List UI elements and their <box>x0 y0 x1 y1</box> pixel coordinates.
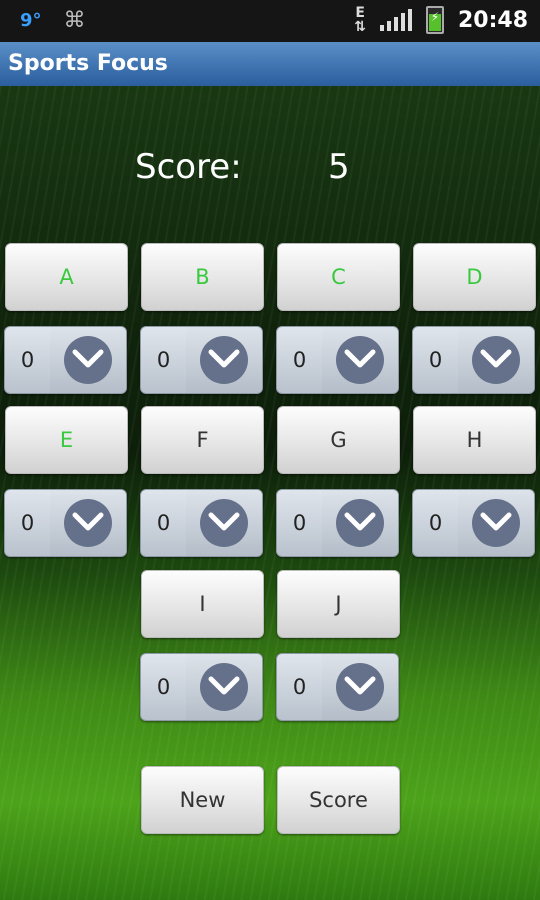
count-spinner-j[interactable]: 0 <box>276 653 399 721</box>
chevron-down-icon <box>208 512 240 531</box>
count-spinner-g[interactable]: 0 <box>276 489 399 557</box>
dropdown-button[interactable] <box>186 327 262 393</box>
count-value: 0 <box>277 490 323 556</box>
temperature-indicator: 9° <box>20 10 42 31</box>
category-button-h[interactable]: H <box>413 406 536 474</box>
chevron-down-icon <box>208 349 240 368</box>
dropdown-button[interactable] <box>322 654 398 720</box>
usb-icon: ⌘ <box>63 8 86 33</box>
battery-charging-icon: ⚡ <box>425 6 444 34</box>
chevron-down-icon <box>480 512 512 531</box>
category-button-g[interactable]: G <box>277 406 400 474</box>
category-button-f[interactable]: F <box>141 406 264 474</box>
app-title-bar: Sports Focus <box>0 42 540 86</box>
count-value: 0 <box>5 327 51 393</box>
chevron-down-icon <box>480 349 512 368</box>
dropdown-button[interactable] <box>458 327 534 393</box>
category-button-j[interactable]: J <box>277 570 400 638</box>
network-type-icon: E ⇅ <box>354 5 366 35</box>
dropdown-button[interactable] <box>322 327 398 393</box>
category-button-e[interactable]: E <box>5 406 128 474</box>
dropdown-button[interactable] <box>322 490 398 556</box>
score-label: Score: <box>135 147 242 187</box>
chevron-down-icon <box>344 676 376 695</box>
count-value: 0 <box>5 490 51 556</box>
count-value: 0 <box>277 327 323 393</box>
category-button-b[interactable]: B <box>141 243 264 311</box>
dropdown-button[interactable] <box>458 490 534 556</box>
count-spinner-d[interactable]: 0 <box>412 326 535 394</box>
chevron-down-icon <box>72 512 104 531</box>
count-spinner-f[interactable]: 0 <box>140 489 263 557</box>
category-button-a[interactable]: A <box>5 243 128 311</box>
chevron-down-icon <box>208 676 240 695</box>
count-spinner-e[interactable]: 0 <box>4 489 127 557</box>
score-value: 5 <box>328 147 350 187</box>
new-button[interactable]: New <box>141 766 264 834</box>
count-spinner-h[interactable]: 0 <box>412 489 535 557</box>
dropdown-button[interactable] <box>50 490 126 556</box>
count-value: 0 <box>413 490 459 556</box>
category-button-c[interactable]: C <box>277 243 400 311</box>
category-button-d[interactable]: D <box>413 243 536 311</box>
score-button[interactable]: Score <box>277 766 400 834</box>
count-value: 0 <box>413 327 459 393</box>
count-spinner-c[interactable]: 0 <box>276 326 399 394</box>
chevron-down-icon <box>72 349 104 368</box>
count-value: 0 <box>141 490 187 556</box>
app-title: Sports Focus <box>8 51 168 76</box>
count-value: 0 <box>277 654 323 720</box>
dropdown-button[interactable] <box>186 654 262 720</box>
count-spinner-a[interactable]: 0 <box>4 326 127 394</box>
count-value: 0 <box>141 654 187 720</box>
clock: 20:48 <box>457 7 528 33</box>
chevron-down-icon <box>344 349 376 368</box>
status-bar: 9° ⌘ E ⇅ ⚡ 20:48 <box>0 0 540 42</box>
chevron-down-icon <box>344 512 376 531</box>
count-value: 0 <box>141 327 187 393</box>
category-button-i[interactable]: I <box>141 570 264 638</box>
count-spinner-i[interactable]: 0 <box>140 653 263 721</box>
signal-bars-icon <box>379 9 412 31</box>
count-spinner-b[interactable]: 0 <box>140 326 263 394</box>
dropdown-button[interactable] <box>50 327 126 393</box>
dropdown-button[interactable] <box>186 490 262 556</box>
